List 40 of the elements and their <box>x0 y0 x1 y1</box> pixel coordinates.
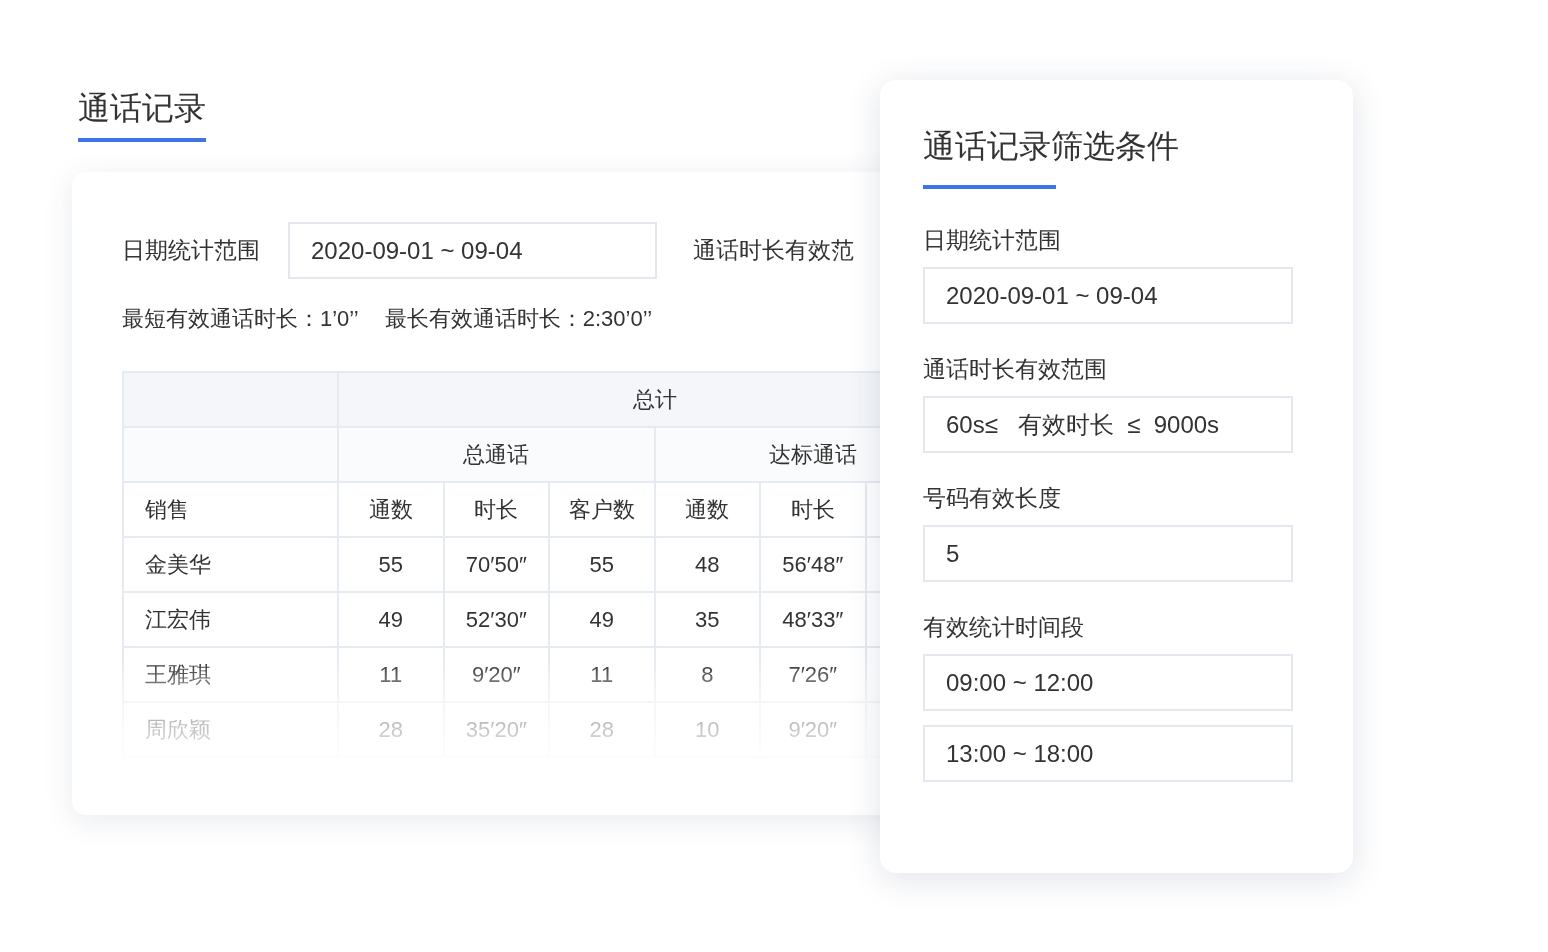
field-label: 通话时长有效范围 <box>923 355 1108 384</box>
column-header: 客户数 <box>549 482 655 537</box>
column-header: 销售 <box>123 482 338 537</box>
column-header: 时长 <box>443 482 549 537</box>
page-title: 通话记录 <box>78 86 206 142</box>
date-range-label: 日期统计范围 <box>122 236 260 265</box>
table-cell: 金美华 <box>123 537 338 592</box>
column-header: 时长 <box>760 482 866 537</box>
table-cell: 11 <box>549 647 655 702</box>
table-cell: 52′30″ <box>443 592 549 647</box>
table-cell: 55 <box>338 537 444 592</box>
input-field[interactable]: 5 <box>923 525 1293 582</box>
header-cell: 总通话 <box>338 427 655 482</box>
table-cell: 35 <box>654 592 760 647</box>
panel-title: 通话记录筛选条件 <box>923 127 1179 166</box>
table-cell: 江宏伟 <box>123 592 338 647</box>
input-field[interactable]: 13:00 ~ 18:00 <box>923 725 1293 782</box>
table-cell: 7′26″ <box>760 647 866 702</box>
duration-summary: 最长有效通话时长：2:30’0’’ <box>384 305 653 333</box>
table-cell: 9′20″ <box>443 647 549 702</box>
table-cell: 8 <box>654 647 760 702</box>
table-cell: 48 <box>654 537 760 592</box>
input-field[interactable]: 2020-09-01 ~ 09-04 <box>923 267 1293 324</box>
table-cell: 49 <box>338 592 444 647</box>
duration-range-label: 通话时长有效范 <box>693 236 854 265</box>
table-cell: 70′50″ <box>443 537 549 592</box>
field-label: 有效统计时间段 <box>923 613 1085 642</box>
field-label: 日期统计范围 <box>923 226 1062 255</box>
field-label: 号码有效长度 <box>923 484 1062 513</box>
date-range-field[interactable]: 2020-09-01 ~ 09-04 <box>288 222 657 279</box>
table-cell: 11 <box>338 647 444 702</box>
table-cell: 56′48″ <box>760 537 866 592</box>
table-cell: 王雅琪 <box>123 647 338 702</box>
input-field[interactable]: 09:00 ~ 12:00 <box>923 654 1293 711</box>
table-cell: 55 <box>549 537 655 592</box>
table-cell: 49 <box>549 592 655 647</box>
table-cell: 48′33″ <box>760 592 866 647</box>
column-header: 通数 <box>338 482 444 537</box>
column-header: 通数 <box>654 482 760 537</box>
duration-summary: 最短有效通话时长：1’0’’ <box>122 305 359 333</box>
